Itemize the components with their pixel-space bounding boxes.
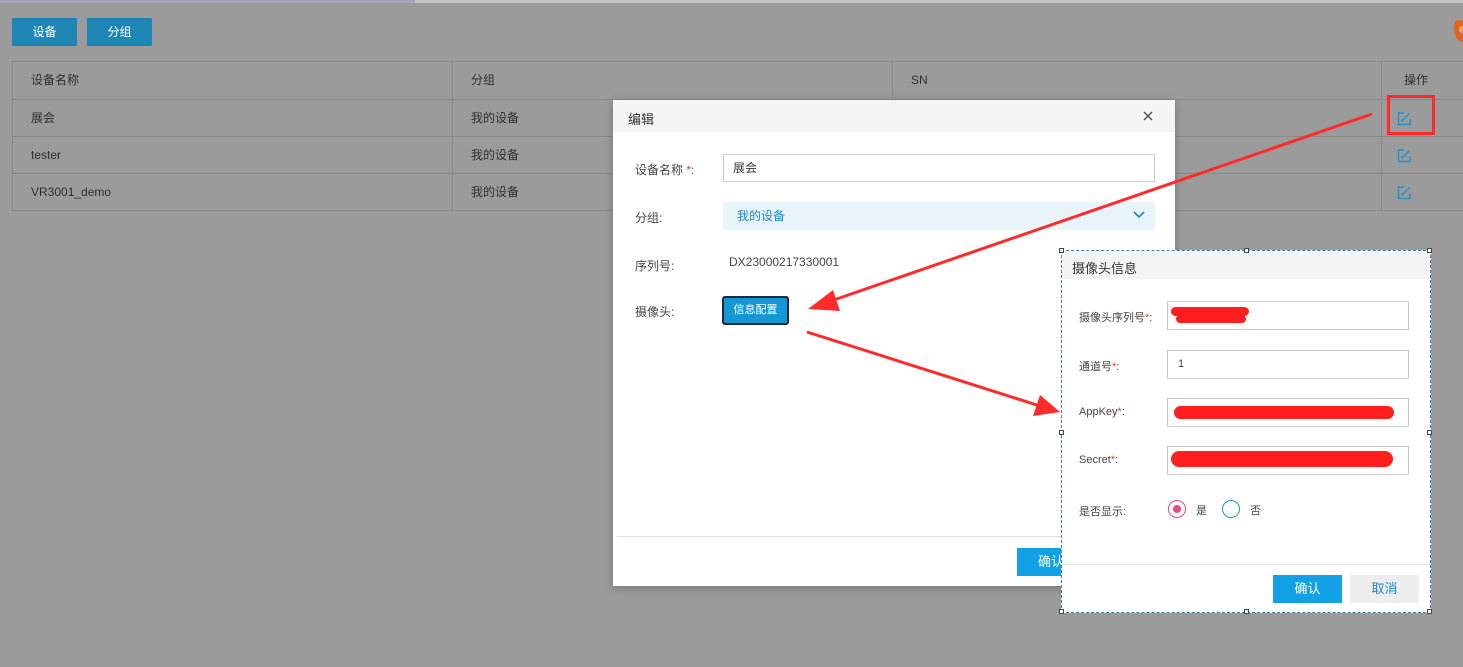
cell-actions: [1382, 174, 1463, 210]
resize-handle[interactable]: [1244, 248, 1249, 253]
channel-label-text: 通道号: [1079, 361, 1112, 373]
brand-icon: [1454, 20, 1463, 43]
edit-icon[interactable]: [1396, 148, 1412, 164]
resize-handle[interactable]: [1059, 430, 1064, 435]
label-colon: :: [691, 163, 695, 177]
resize-handle[interactable]: [1244, 609, 1249, 614]
camera-panel-header: 摄像头信息: [1062, 251, 1430, 279]
camera-cancel-button[interactable]: 取消: [1350, 575, 1419, 603]
resize-handle[interactable]: [1427, 430, 1432, 435]
group-select-value: 我的设备: [737, 209, 786, 223]
edit-icon[interactable]: [1396, 185, 1412, 201]
chevron-down-icon: [1133, 211, 1145, 219]
cell-device-name: VR3001_demo: [13, 174, 453, 210]
active-indicator: [0, 0, 415, 3]
label-colon: :: [1121, 406, 1125, 418]
header-actions: 操作: [1382, 62, 1463, 99]
appkey-label: AppKey*:: [1079, 406, 1125, 418]
info-config-button[interactable]: 信息配置: [722, 296, 789, 325]
secret-field[interactable]: [1167, 446, 1409, 475]
radio-yes[interactable]: [1168, 500, 1186, 518]
camera-confirm-button[interactable]: 确认: [1273, 575, 1342, 603]
label-colon: :: [1149, 312, 1153, 324]
radio-no[interactable]: [1222, 500, 1240, 518]
annotation-highlight-box: [1387, 95, 1435, 135]
header-sn: SN: [893, 62, 1382, 99]
radio-no-label: 否: [1250, 505, 1261, 517]
appkey-label-text: AppKey: [1079, 406, 1118, 418]
group-select[interactable]: 我的设备: [723, 202, 1155, 230]
channel-label: 通道号*:: [1079, 358, 1119, 374]
secret-label: Secret*:: [1079, 454, 1118, 466]
serial-label: 序列号:: [635, 259, 675, 273]
top-border: [0, 0, 1463, 3]
device-name-field[interactable]: 展会: [723, 154, 1155, 182]
redaction-mark: [1171, 451, 1393, 467]
radio-yes-label: 是: [1196, 505, 1207, 517]
header-group: 分组: [453, 62, 893, 99]
camera-panel-divider: [1062, 564, 1430, 565]
label-colon: :: [1116, 361, 1120, 373]
appkey-field[interactable]: [1167, 398, 1409, 427]
display-label: 是否显示:: [1079, 506, 1127, 518]
label-colon: :: [1115, 454, 1119, 466]
tab-devices[interactable]: 设备: [12, 18, 77, 46]
resize-handle[interactable]: [1059, 609, 1064, 614]
camera-serial-field[interactable]: [1167, 301, 1409, 330]
camera-serial-label-text: 摄像头序列号: [1079, 312, 1145, 324]
redaction-mark: [1176, 315, 1246, 323]
table-header: 设备名称 分组 SN 操作: [13, 62, 1463, 100]
cell-actions: [1382, 137, 1463, 173]
camera-panel-title: 摄像头信息: [1072, 261, 1138, 276]
resize-handle[interactable]: [1059, 248, 1064, 253]
header-actions-label: 操作: [1404, 73, 1429, 87]
resize-handle[interactable]: [1427, 248, 1432, 253]
close-icon[interactable]: [1141, 109, 1155, 123]
device-name-label: 设备名称 *:: [635, 161, 694, 178]
redaction-mark: [1174, 406, 1394, 419]
resize-handle[interactable]: [1427, 609, 1432, 614]
camera-serial-label: 摄像头序列号*:: [1079, 309, 1152, 325]
cell-device-name: tester: [13, 137, 453, 173]
header-device-name: 设备名称: [13, 62, 453, 99]
tab-groups[interactable]: 分组: [87, 18, 152, 46]
cell-device-name: 展会: [13, 100, 453, 136]
serial-value: DX23000217330001: [729, 255, 840, 269]
camera-info-panel: 摄像头信息 摄像头序列号*: 通道号*: 1 AppKey*: Secret*:…: [1059, 248, 1432, 614]
channel-field[interactable]: 1: [1167, 350, 1409, 379]
modal-header: 编辑: [613, 100, 1175, 132]
group-label: 分组:: [635, 211, 663, 225]
modal-title: 编辑: [628, 112, 655, 127]
device-name-label-text: 设备名称: [635, 163, 684, 177]
camera-label: 摄像头:: [635, 305, 675, 319]
secret-label-text: Secret: [1079, 454, 1111, 466]
